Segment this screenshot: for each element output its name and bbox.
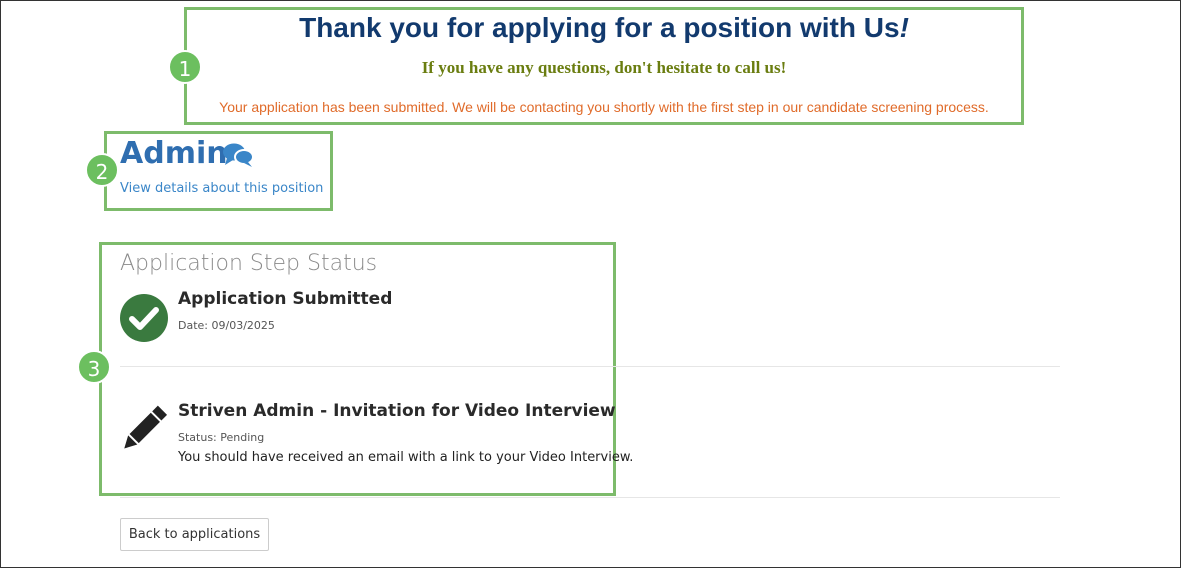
view-position-details-link[interactable]: View details about this position	[120, 181, 323, 196]
back-to-applications-button[interactable]: Back to applications	[120, 518, 269, 551]
callout-badge-2: 2	[85, 153, 119, 187]
check-circle-icon	[120, 294, 168, 342]
confirmation-title: Thank you for applying for a position wi…	[186, 12, 1022, 44]
step-date: Date: 09/03/2025	[178, 319, 275, 332]
step-divider	[120, 497, 1060, 498]
pencil-icon	[122, 405, 168, 453]
status-heading: Application Step Status	[120, 251, 378, 276]
step-description: You should have received an email with a…	[178, 450, 634, 465]
callout-badge-3: 3	[77, 350, 111, 384]
submitted-message: Your application has been submitted. We …	[219, 99, 989, 115]
comments-icon[interactable]	[222, 142, 254, 168]
position-title: Admin	[120, 136, 228, 171]
confirmation-title-punct: !	[899, 12, 909, 43]
step-title: Application Submitted	[178, 289, 393, 309]
questions-line: If you have any questions, don't hesitat…	[421, 58, 787, 77]
step-status: Status: Pending	[178, 431, 265, 444]
step-divider	[120, 366, 1060, 367]
confirmation-title-text: Thank you for applying for a position wi…	[299, 12, 900, 43]
step-title: Striven Admin - Invitation for Video Int…	[178, 401, 616, 421]
